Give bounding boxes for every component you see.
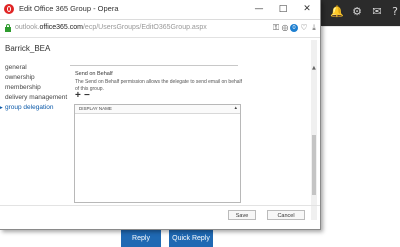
badge-count[interactable]: 0: [290, 24, 298, 32]
remove-button[interactable]: −: [84, 91, 90, 101]
vpn-icon[interactable]: ◎: [280, 23, 290, 33]
nav-item-delivery-management[interactable]: delivery management: [5, 93, 67, 103]
reply-button[interactable]: Reply: [121, 230, 161, 247]
title-bar: Edit Office 365 Group - Opera — □ ✕: [0, 0, 320, 20]
scrollbar-thumb[interactable]: [312, 135, 316, 195]
nav-item-general[interactable]: general: [5, 63, 67, 73]
delegation-panel: Send on Behalf The Send on Behalf permis…: [70, 47, 300, 203]
left-nav: general ownership membership delivery ma…: [0, 63, 67, 113]
address-bar[interactable]: outlook.office365.com/ecp/UsersGroups/Ed…: [0, 20, 320, 38]
divider: [70, 65, 238, 66]
list-header: DISPLAY NAME ▴: [75, 105, 240, 114]
cancel-button[interactable]: Cancel: [267, 210, 305, 220]
quick-reply-button[interactable]: Quick Reply: [169, 230, 213, 247]
close-button[interactable]: ✕: [294, 1, 320, 17]
divider: [322, 26, 400, 27]
help-icon[interactable]: ?: [388, 5, 400, 19]
download-icon[interactable]: ⤓: [309, 23, 319, 33]
page-title: Barrick_BEA: [5, 44, 51, 53]
bell-icon[interactable]: 🔔: [330, 5, 344, 19]
edit-group-window: Edit Office 365 Group - Opera — □ ✕ outl…: [0, 0, 321, 230]
section-title: Send on Behalf: [75, 71, 113, 77]
footer-divider: [0, 205, 320, 206]
section-description: The Send on Behalf permission allows the…: [75, 79, 243, 92]
minimize-button[interactable]: —: [246, 1, 272, 17]
lock-icon: [5, 24, 11, 32]
window-title: Edit Office 365 Group - Opera: [19, 4, 119, 13]
save-button[interactable]: Save: [228, 210, 256, 220]
url-field[interactable]: outlook.office365.com/ecp/UsersGroups/Ed…: [15, 24, 207, 31]
sort-arrow-icon[interactable]: ▴: [234, 105, 237, 111]
nav-item-ownership[interactable]: ownership: [5, 73, 67, 83]
add-button[interactable]: +: [75, 91, 81, 101]
settings-icon[interactable]: ⚙: [350, 5, 364, 19]
nav-item-group-delegation[interactable]: group delegation: [0, 103, 67, 113]
opera-icon: [4, 4, 14, 14]
heart-icon[interactable]: ♡: [299, 23, 309, 33]
scroll-up-arrow-icon[interactable]: ▲: [312, 65, 316, 71]
column-display-name[interactable]: DISPLAY NAME: [79, 106, 112, 111]
nav-item-membership[interactable]: membership: [5, 83, 67, 93]
mail-icon[interactable]: ✉: [370, 5, 384, 19]
delegate-list[interactable]: DISPLAY NAME ▴: [74, 104, 241, 203]
maximize-button[interactable]: □: [270, 1, 296, 17]
